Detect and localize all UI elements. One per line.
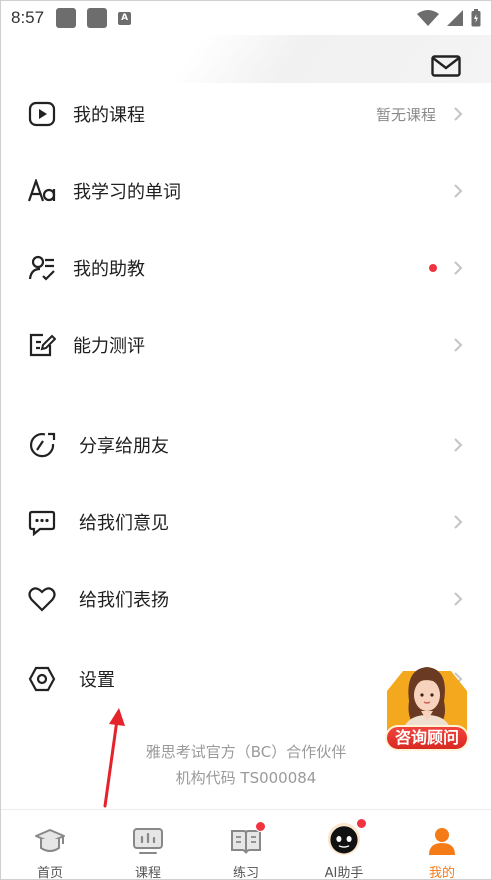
header-decoration [1,35,491,83]
chat-bubble-icon [27,507,57,537]
signal-icon [447,10,463,26]
menu-item-label: 我的课程 [73,105,145,126]
unread-dot [429,264,437,272]
nav-label: AI助手 [324,866,364,880]
nav-courses[interactable]: 课程 [99,810,197,880]
mail-icon[interactable] [431,55,461,77]
menu-item-label: 给我们意见 [79,513,169,534]
chevron-right-icon [454,261,463,275]
menu-item-label: 我的助教 [73,259,145,280]
menu-item-label: 给我们表扬 [79,590,169,611]
annotation-arrow-icon [103,708,125,808]
nav-label: 课程 [134,866,161,880]
status-time: 8:57 [11,8,45,27]
bottom-nav: 首页 课程 练习 AI助手 我的 [1,809,491,880]
edit-note-icon [27,330,57,360]
org-code-text: 机构代码 TS000084 [175,769,317,787]
nav-ai-assistant[interactable]: AI助手 [295,810,393,880]
practice-book-icon [229,821,266,858]
menu-item-label: 能力测评 [73,336,145,357]
menu-item-my-tutor[interactable]: 我的助教 [1,238,491,298]
menu-item-label: 分享给朋友 [79,436,169,457]
settings-hexagon-icon [27,664,57,694]
menu-item-praise[interactable]: 给我们表扬 [1,569,491,629]
chevron-right-icon [454,515,463,529]
keyboard-a-icon: A [118,11,132,25]
ai-assistant-badge [356,818,367,829]
ai-robot-icon [327,818,367,858]
play-icon [27,99,57,129]
wifi-icon [417,10,439,26]
menu-item-assessment[interactable]: 能力测评 [1,315,491,375]
menu-item-label: 设置 [79,670,115,691]
consultant-button[interactable]: 咨询顾问 [381,661,473,756]
status-bar: 8:57 A [1,1,491,35]
nav-practice[interactable]: 练习 [197,810,295,880]
menu-item-feedback[interactable]: 给我们意见 [1,492,491,552]
chevron-right-icon [454,338,463,352]
consultant-label: 咨询顾问 [385,725,469,751]
nav-label: 首页 [36,866,63,880]
chevron-right-icon [454,592,463,606]
menu-item-my-courses[interactable]: 我的课程 暂无课程 [1,84,491,144]
share-icon [27,430,57,460]
chevron-right-icon [454,184,463,198]
menu-item-label: 我学习的单词 [73,182,181,203]
course-board-icon [131,824,165,858]
notification-icon [87,8,108,28]
menu-item-my-words[interactable]: 我学习的单词 [1,161,491,221]
menu-item-value: 暂无课程 [375,105,436,124]
chevron-right-icon [454,107,463,121]
user-profile-icon [425,824,459,858]
nav-home[interactable]: 首页 [1,810,99,880]
nav-label: 练习 [232,866,259,880]
battery-icon [471,9,481,27]
profile-screen: 8:57 A 我的课程 暂无课程 我学习的单词 我的助教 能力测评 分享给朋友 … [0,0,492,880]
tutor-user-icon [27,253,57,283]
nav-label: 我的 [428,866,455,880]
graduation-cap-icon [33,824,67,858]
chevron-right-icon [454,438,463,452]
heart-icon [27,584,57,614]
practice-badge [255,821,266,832]
status-right [417,9,481,27]
nav-mine[interactable]: 我的 [393,810,491,880]
menu-item-share[interactable]: 分享给朋友 [1,415,491,475]
font-aa-icon [27,176,57,206]
notification-icon [56,8,77,28]
